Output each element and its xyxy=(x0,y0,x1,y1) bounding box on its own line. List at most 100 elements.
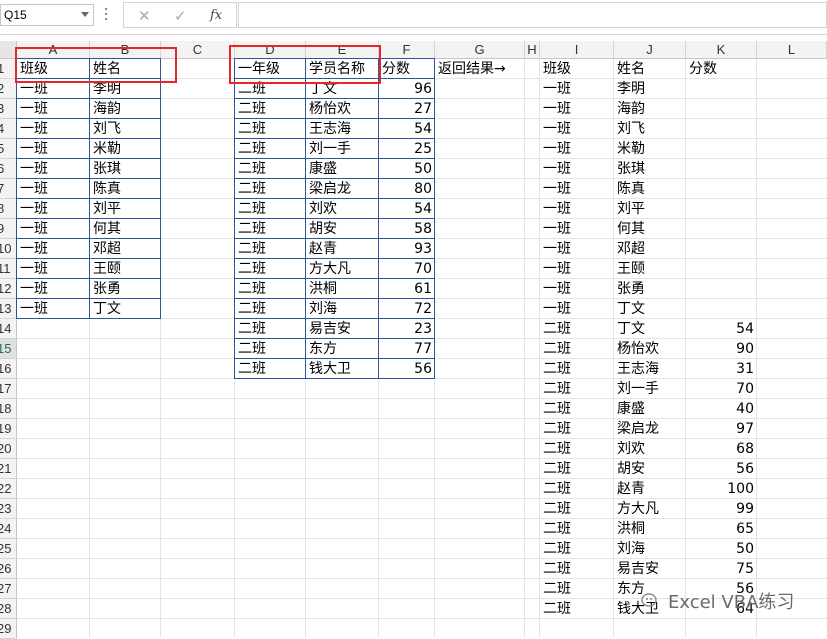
row-header-20[interactable]: 20 xyxy=(0,439,17,459)
cell[interactable] xyxy=(686,279,757,299)
cell[interactable]: 一班 xyxy=(540,239,614,259)
cell[interactable]: 杨怡欢 xyxy=(306,99,379,119)
cancel-icon[interactable]: ✕ xyxy=(138,7,151,25)
cell[interactable]: 杨怡欢 xyxy=(614,339,686,359)
chevron-down-icon[interactable] xyxy=(81,12,89,17)
cell[interactable] xyxy=(686,119,757,139)
cell[interactable]: 一班 xyxy=(540,199,614,219)
cell[interactable]: 一班 xyxy=(540,259,614,279)
row-header-13[interactable]: 13 xyxy=(0,299,17,319)
cell[interactable]: 一班 xyxy=(17,259,90,279)
cell[interactable]: 72 xyxy=(379,299,435,319)
cell[interactable]: 张勇 xyxy=(90,279,161,299)
cell[interactable]: 二班 xyxy=(540,559,614,579)
cell[interactable]: 一班 xyxy=(540,219,614,239)
cell[interactable]: 易吉安 xyxy=(614,559,686,579)
cell[interactable]: 一班 xyxy=(540,99,614,119)
cell[interactable]: 二班 xyxy=(540,339,614,359)
cell[interactable]: 27 xyxy=(379,99,435,119)
row-header-19[interactable]: 19 xyxy=(0,419,17,439)
cell[interactable]: 梁启龙 xyxy=(306,179,379,199)
cell[interactable]: 邓超 xyxy=(614,239,686,259)
cell[interactable]: 刘一手 xyxy=(306,139,379,159)
cell[interactable]: 二班 xyxy=(540,439,614,459)
cell[interactable]: 二班 xyxy=(540,319,614,339)
cell[interactable]: 二班 xyxy=(540,379,614,399)
cell[interactable]: 洪桐 xyxy=(306,279,379,299)
cell[interactable]: 赵青 xyxy=(306,239,379,259)
cell[interactable]: 61 xyxy=(379,279,435,299)
cell[interactable]: 米勒 xyxy=(614,139,686,159)
cell[interactable]: 一班 xyxy=(540,119,614,139)
cell[interactable]: 刘飞 xyxy=(614,119,686,139)
cell[interactable]: 一班 xyxy=(17,219,90,239)
cell[interactable]: 一班 xyxy=(17,119,90,139)
cell[interactable]: 胡安 xyxy=(306,219,379,239)
cell[interactable] xyxy=(686,239,757,259)
cell[interactable]: 一班 xyxy=(540,279,614,299)
row-header-16[interactable]: 16 xyxy=(0,359,17,379)
cell[interactable]: 二班 xyxy=(540,519,614,539)
cell[interactable]: 方大凡 xyxy=(306,259,379,279)
cell[interactable]: 姓名 xyxy=(614,59,686,79)
column-header-L[interactable]: L xyxy=(757,41,827,59)
cell[interactable]: 康盛 xyxy=(306,159,379,179)
row-header-5[interactable]: 5 xyxy=(0,139,17,159)
cell[interactable]: 54 xyxy=(686,319,757,339)
cell[interactable]: 刘一手 xyxy=(614,379,686,399)
cell[interactable]: 一班 xyxy=(17,99,90,119)
row-header-4[interactable]: 4 xyxy=(0,119,17,139)
cell[interactable]: 97 xyxy=(686,419,757,439)
cell[interactable]: 二班 xyxy=(235,359,306,379)
cell[interactable]: 钱大卫 xyxy=(306,359,379,379)
cell[interactable]: 二班 xyxy=(235,199,306,219)
cell[interactable]: 二班 xyxy=(235,99,306,119)
drag-handle-icon[interactable] xyxy=(105,8,108,22)
row-header-9[interactable]: 9 xyxy=(0,219,17,239)
cell[interactable]: 二班 xyxy=(235,139,306,159)
cell[interactable]: 二班 xyxy=(540,599,614,619)
cell[interactable]: 70 xyxy=(686,379,757,399)
cell[interactable]: 分数 xyxy=(379,59,435,79)
cell[interactable]: 一班 xyxy=(17,139,90,159)
cell[interactable]: 刘欢 xyxy=(614,439,686,459)
column-header-F[interactable]: F xyxy=(379,41,435,59)
cell[interactable]: 梁启龙 xyxy=(614,419,686,439)
cell[interactable] xyxy=(686,299,757,319)
row-header-22[interactable]: 22 xyxy=(0,479,17,499)
insert-function-icon[interactable]: fx xyxy=(210,8,222,23)
cell[interactable] xyxy=(686,79,757,99)
cell[interactable]: 25 xyxy=(379,139,435,159)
cell[interactable]: 张琪 xyxy=(90,159,161,179)
cell[interactable] xyxy=(686,259,757,279)
cell[interactable]: 洪桐 xyxy=(614,519,686,539)
cell[interactable]: 二班 xyxy=(540,399,614,419)
cell[interactable]: 王志海 xyxy=(614,359,686,379)
row-header-14[interactable]: 14 xyxy=(0,319,17,339)
cell[interactable]: 陈真 xyxy=(90,179,161,199)
row-header-26[interactable]: 26 xyxy=(0,559,17,579)
row-header-8[interactable]: 8 xyxy=(0,199,17,219)
column-header-I[interactable]: I xyxy=(540,41,614,59)
cell[interactable]: 刘平 xyxy=(614,199,686,219)
cell[interactable]: 二班 xyxy=(540,499,614,519)
column-header-H[interactable]: H xyxy=(525,41,540,59)
cell[interactable]: 二班 xyxy=(235,239,306,259)
row-header-11[interactable]: 11 xyxy=(0,259,17,279)
cell[interactable]: 二班 xyxy=(235,279,306,299)
cell[interactable]: 东方 xyxy=(306,339,379,359)
cell[interactable]: 一班 xyxy=(17,299,90,319)
cell[interactable]: 93 xyxy=(379,239,435,259)
row-header-23[interactable]: 23 xyxy=(0,499,17,519)
cell[interactable]: 31 xyxy=(686,359,757,379)
cell[interactable] xyxy=(686,99,757,119)
row-header-10[interactable]: 10 xyxy=(0,239,17,259)
cell[interactable]: 一班 xyxy=(17,159,90,179)
cell[interactable]: 77 xyxy=(379,339,435,359)
cell[interactable]: 二班 xyxy=(235,219,306,239)
cell[interactable]: 丁文 xyxy=(614,299,686,319)
cell[interactable]: 一班 xyxy=(540,299,614,319)
column-header-J[interactable]: J xyxy=(614,41,686,59)
cell[interactable] xyxy=(686,219,757,239)
cell[interactable]: 99 xyxy=(686,499,757,519)
